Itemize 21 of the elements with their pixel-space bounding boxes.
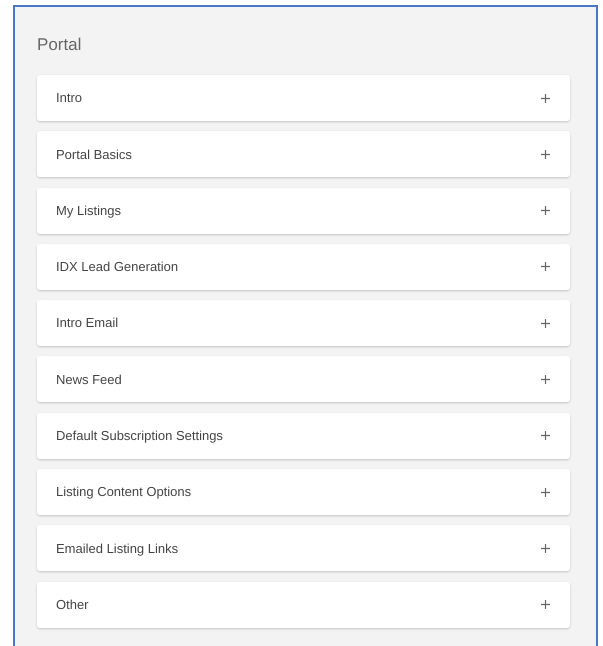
panel-title: Portal (37, 35, 82, 55)
plus-icon (541, 431, 550, 440)
plus-icon (541, 150, 550, 159)
accordion-header[interactable]: Emailed Listing Links (37, 525, 570, 572)
plus-icon (541, 488, 550, 497)
accordion-header[interactable]: Intro (37, 75, 570, 121)
plus-icon (541, 544, 550, 553)
accordion-header[interactable]: Default Subscription Settings (37, 412, 570, 459)
accordion-header[interactable]: Listing Content Options (37, 469, 570, 516)
accordion-header[interactable]: Intro Email (37, 300, 570, 346)
plus-icon (541, 262, 550, 272)
plus-icon (541, 600, 550, 610)
accordion-header[interactable]: IDX Lead Generation (37, 244, 570, 290)
accordion-header[interactable]: Portal Basics (37, 131, 570, 178)
accordion-header[interactable]: News Feed (37, 356, 570, 402)
plus-icon (541, 318, 550, 328)
plus-icon (541, 94, 550, 102)
accordion-header[interactable]: Other (37, 582, 570, 628)
plus-icon (541, 206, 550, 216)
plus-icon (541, 374, 550, 384)
accordion-header[interactable]: My Listings (37, 188, 570, 234)
